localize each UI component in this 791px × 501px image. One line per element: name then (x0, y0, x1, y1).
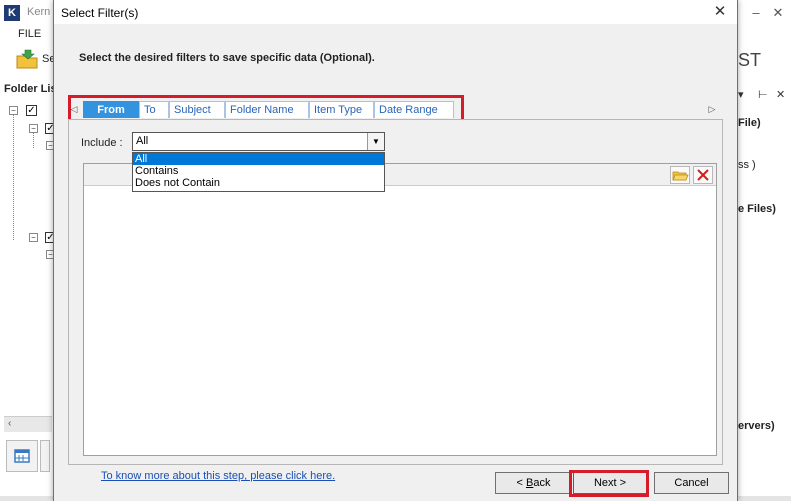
filter-panel: Include : All ▼ All Contains Does not Co… (68, 119, 723, 465)
include-label: Include : (81, 137, 123, 149)
back-button[interactable]: < Back (495, 472, 572, 494)
delete-icon[interactable] (693, 166, 713, 184)
right-panel-text: ss ) (738, 159, 756, 171)
right-panel-text: e Files) (738, 203, 776, 215)
include-options-list: All Contains Does not Contain (132, 152, 385, 192)
tree-collapse-toggle[interactable]: − (29, 124, 38, 133)
save-folder-icon[interactable] (15, 48, 39, 70)
panel-dropdown-icon[interactable]: ▾ (738, 88, 744, 101)
select-filters-dialog: Select Filter(s) ✕ Select the desired fi… (53, 0, 738, 501)
open-folder-icon[interactable] (670, 166, 690, 184)
bottom-toolbar (6, 440, 52, 476)
filter-values-list[interactable] (83, 163, 717, 456)
help-link[interactable]: To know more about this step, please cli… (101, 470, 335, 482)
back-button-prefix: < (516, 477, 526, 489)
app-logo-icon: K (4, 5, 20, 21)
chevron-down-icon[interactable]: ▼ (367, 133, 384, 150)
tree-checkbox[interactable]: ✓ (26, 105, 37, 116)
tree-line (13, 110, 14, 240)
next-highlight-box (569, 470, 649, 497)
dialog-body: Select the desired filters to save speci… (54, 24, 737, 501)
include-option-does-not-contain[interactable]: Does not Contain (133, 177, 384, 189)
right-panel-text: ervers) (738, 420, 775, 432)
include-selected-value: All (136, 135, 149, 147)
tree-collapse-toggle[interactable]: − (29, 233, 38, 242)
include-option-contains[interactable]: Contains (133, 165, 384, 177)
cancel-button[interactable]: Cancel (654, 472, 729, 494)
dialog-titlebar: Select Filter(s) ✕ (54, 0, 737, 24)
background-app-title: Kern (27, 6, 51, 18)
back-button-rest: ack (533, 477, 551, 489)
right-panel-header: ▾ ⊢ ✕ (738, 86, 791, 104)
include-option-all[interactable]: All (133, 153, 384, 165)
minimize-icon[interactable]: – (744, 4, 768, 22)
file-menu[interactable]: FILE (18, 28, 41, 40)
dialog-instruction: Select the desired filters to save speci… (79, 52, 375, 64)
background-right-text: ST (738, 50, 762, 70)
tree-collapse-toggle[interactable]: − (9, 106, 18, 115)
dialog-close-icon[interactable]: ✕ (709, 2, 731, 22)
horizontal-scrollbar[interactable]: ‹ (4, 416, 52, 432)
pin-icon[interactable]: ⊢ (758, 88, 768, 101)
dialog-title: Select Filter(s) (61, 6, 139, 20)
include-dropdown[interactable]: All ▼ (132, 132, 385, 151)
background-close-icon[interactable]: ✕ (766, 4, 790, 22)
calendar-icon[interactable] (6, 440, 38, 472)
folder-list-label: Folder Lis (4, 83, 57, 95)
tab-scroll-right-icon[interactable]: ▷ (707, 102, 717, 116)
right-panel-text: File) (738, 117, 761, 129)
panel-close-icon[interactable]: ✕ (776, 88, 785, 101)
bottom-toolbar-button[interactable] (40, 440, 50, 472)
